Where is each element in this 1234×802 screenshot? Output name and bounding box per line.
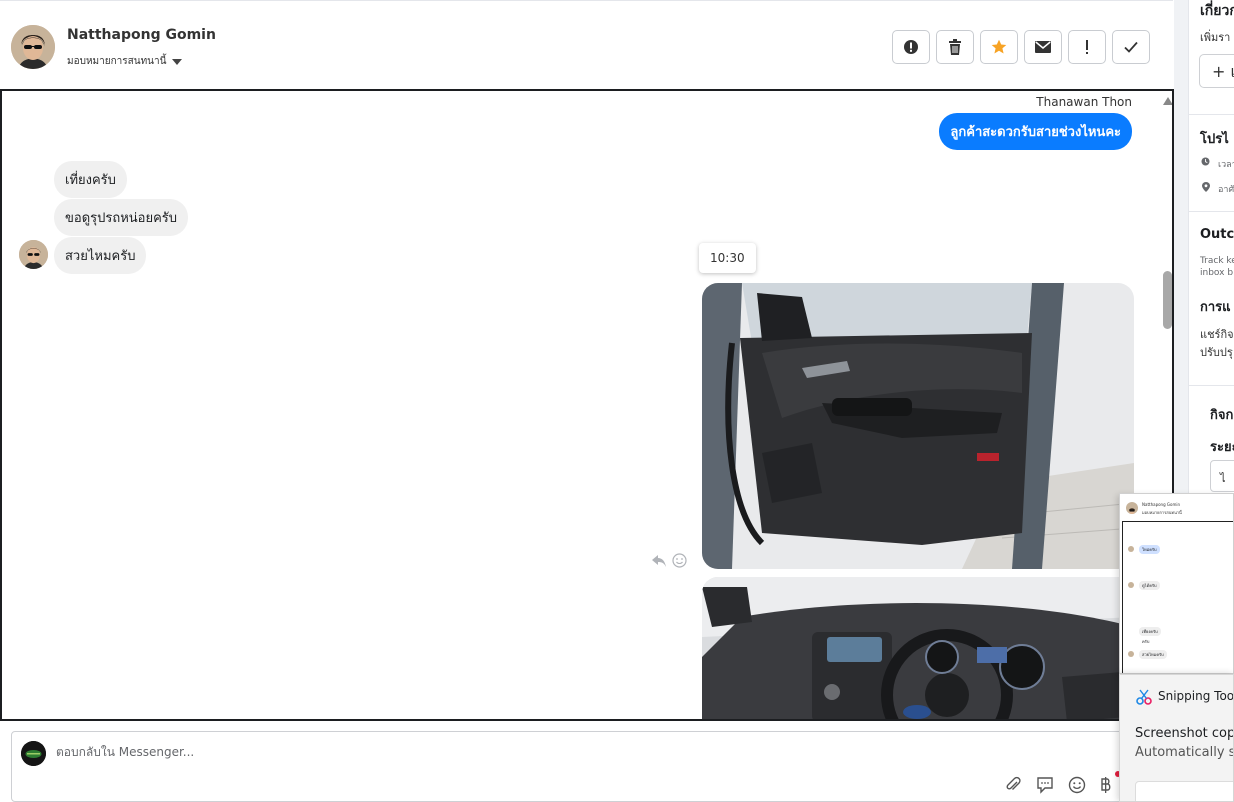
scroll-up-arrow-icon[interactable] [1163, 97, 1172, 105]
toast-app-name: Snipping Tool [1158, 689, 1234, 703]
paperclip-icon[interactable] [1004, 776, 1022, 794]
mark-unread-button[interactable] [1024, 30, 1062, 64]
toast-title: Screenshot copied to clipboard [1135, 726, 1234, 741]
preview-bubble: เที่ยงครับ [1139, 627, 1161, 636]
contact-avatar[interactable] [11, 25, 55, 69]
emoji-reaction-icon[interactable] [672, 553, 687, 568]
exclamation-icon [1086, 40, 1088, 54]
outcome-description-line2: inbox b [1200, 268, 1234, 278]
contact-name: Natthapong Gomin [67, 27, 216, 43]
profile-section-title: โปรไ [1200, 132, 1229, 147]
star-icon [991, 39, 1007, 54]
conversation-header: Natthapong Gomin มอบหมายการสนทนานี้ [0, 0, 1173, 90]
sharing-section-title: การแ [1200, 300, 1231, 315]
screenshot-preview-thumbnail[interactable]: Natthapong Gomin มอบหมายการสนทนานี้ ใหม่… [1119, 493, 1234, 674]
sharing-description-line2: ปรับปรุ [1200, 346, 1233, 359]
period-label: ระยะ [1210, 440, 1234, 455]
preview-bubble: ครับ [1142, 639, 1150, 644]
preview-bubble: ดูได้ครับ [1139, 581, 1160, 590]
assign-label: มอบหมายการสนทนานี้ [67, 56, 167, 67]
snipping-tool-icon [1136, 689, 1152, 705]
delete-button[interactable] [936, 30, 974, 64]
message-thread[interactable]: Thanawan Thon ลูกค้าสะดวกรับสายช่วงไหนคะ… [0, 89, 1174, 721]
message-actions [652, 553, 687, 568]
sender-name-label: Thanawan Thon [1036, 95, 1132, 109]
saved-reply-icon[interactable] [1036, 776, 1054, 794]
location-pin-icon [1202, 182, 1210, 192]
toast-action-area[interactable] [1135, 781, 1233, 801]
payment-icon[interactable] [1100, 776, 1112, 794]
incoming-message[interactable]: สวยไหมครับ [54, 237, 147, 274]
local-time-row: เวลา [1218, 160, 1234, 170]
reply-icon[interactable] [652, 554, 666, 567]
divider [1189, 385, 1234, 386]
add-details-button[interactable]: + เ [1199, 54, 1234, 88]
preview-avatar-small [1128, 582, 1134, 588]
car-dashboard-photo[interactable] [702, 577, 1134, 719]
preview-bubble: ใหม่ครับ [1139, 545, 1160, 554]
emoji-icon[interactable] [1068, 776, 1086, 794]
about-section-title: เกี่ยวก [1200, 3, 1234, 19]
snipping-tool-notification[interactable]: Snipping Tool Screenshot copied to clipb… [1119, 674, 1234, 802]
clock-icon [1201, 157, 1210, 166]
star-button[interactable] [980, 30, 1018, 64]
about-section-subtitle: เพิ่มรา [1200, 31, 1231, 44]
car-door-photo[interactable] [702, 283, 1134, 569]
incoming-message[interactable]: ขอดูรุปรถหน่อยครับ [54, 199, 189, 236]
reply-composer [11, 731, 1161, 802]
preview-avatar [1126, 502, 1138, 514]
sharing-description-line1: แชร์กิจ [1200, 328, 1234, 341]
preview-avatar-small [1128, 546, 1134, 552]
mark-done-button[interactable] [1112, 30, 1150, 64]
period-select[interactable]: ไ [1210, 460, 1234, 492]
incoming-message[interactable]: เที่ยงครับ [54, 161, 127, 198]
reply-input[interactable] [56, 745, 656, 759]
preview-bubble: สวยไหมครับ [1139, 650, 1167, 659]
toast-body: Automatically saved to screenshots folde… [1135, 745, 1233, 760]
assign-conversation-dropdown[interactable]: มอบหมายการสนทนานี้ [67, 54, 183, 69]
outcome-description-line1: Track ke [1200, 256, 1234, 266]
divider [1189, 114, 1234, 115]
contact-avatar-small[interactable] [19, 240, 48, 269]
preview-sub: มอบหมายการสนทนานี้ [1142, 510, 1182, 515]
trash-icon [949, 39, 961, 55]
composer-tools [1004, 776, 1112, 794]
timestamp-tooltip: 10:30 [699, 243, 756, 273]
divider [1189, 211, 1234, 212]
outgoing-message[interactable]: ลูกค้าสะดวกรับสายช่วงไหนคะ [939, 113, 1132, 150]
page-avatar [21, 741, 46, 766]
preview-avatar-small [1128, 651, 1134, 657]
activity-section-title: กิจก [1210, 408, 1234, 423]
outcome-section-title: Outc [1200, 227, 1234, 242]
checkmark-icon [1124, 41, 1138, 53]
alert-circle-icon [904, 40, 918, 54]
scrollbar-thumb[interactable] [1163, 271, 1172, 329]
preview-name: Natthapong Gomin [1142, 502, 1180, 507]
mark-spam-button[interactable] [892, 30, 930, 64]
header-actions [892, 30, 1150, 64]
location-row: อาศั [1218, 185, 1234, 195]
follow-up-button[interactable] [1068, 30, 1106, 64]
envelope-icon [1035, 41, 1051, 53]
caret-down-icon [172, 58, 183, 65]
